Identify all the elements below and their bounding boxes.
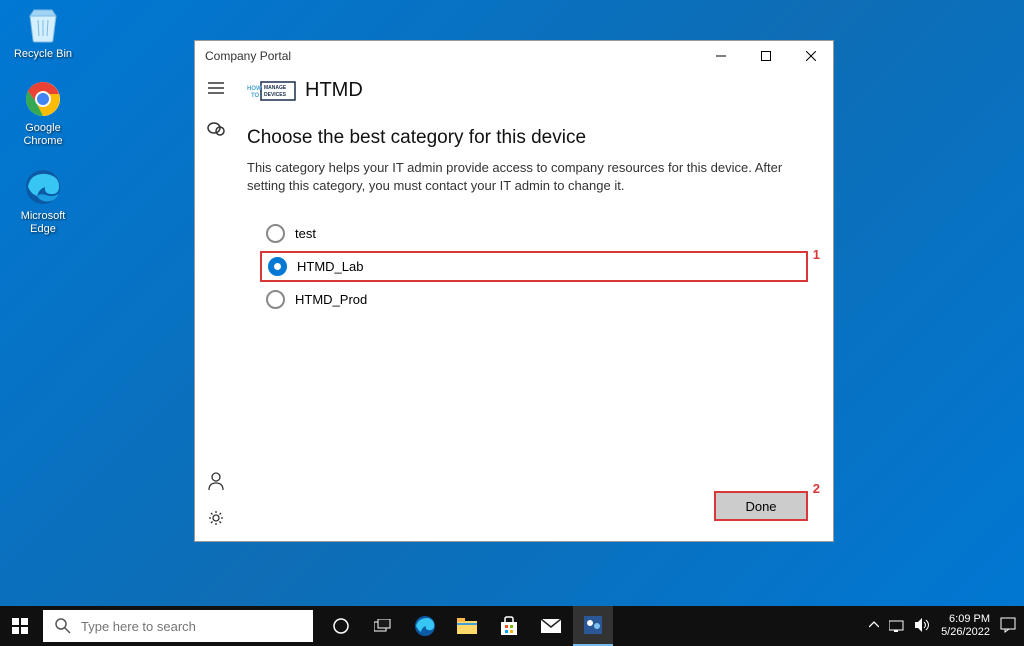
system-tray: 6:09 PM 5/26/2022 — [869, 613, 1024, 639]
radio-label: HTMD_Prod — [295, 292, 367, 307]
hamburger-icon[interactable] — [208, 81, 224, 100]
taskbar-apps — [321, 606, 613, 646]
start-button[interactable] — [0, 606, 40, 646]
tray-time: 6:09 PM — [941, 613, 990, 626]
search-input[interactable] — [81, 619, 301, 634]
radio-label: test — [295, 226, 316, 241]
icon-label: Recycle Bin — [14, 48, 72, 61]
taskbar-edge[interactable] — [405, 606, 445, 646]
svg-text:MANAGE: MANAGE — [264, 85, 287, 91]
chrome-icon — [23, 79, 63, 119]
taskbar-cortana[interactable] — [321, 606, 361, 646]
taskbar-company-portal[interactable] — [573, 606, 613, 646]
tray-chevron-icon[interactable] — [869, 620, 879, 632]
desktop-icon-edge[interactable]: Microsoft Edge — [8, 167, 78, 236]
radio-icon — [268, 257, 287, 276]
tray-notifications-icon[interactable] — [1000, 617, 1016, 636]
maximize-button[interactable] — [743, 41, 788, 71]
devices-icon[interactable] — [207, 120, 225, 141]
window-title: Company Portal — [205, 49, 291, 63]
search-icon — [55, 618, 71, 634]
page-description: This category helps your IT admin provid… — [247, 159, 808, 195]
tray-icons — [869, 618, 931, 635]
annotation-1: 1 — [813, 247, 820, 262]
app-name: HTMD — [305, 79, 363, 102]
taskbar: 6:09 PM 5/26/2022 — [0, 606, 1024, 646]
recycle-bin-icon — [23, 5, 63, 45]
tray-clock[interactable]: 6:09 PM 5/26/2022 — [941, 613, 990, 639]
tray-date: 5/26/2022 — [941, 626, 990, 639]
annotation-2: 2 — [813, 481, 820, 496]
category-radio-group: test HTMD_Lab 1 HTMD_Prod — [247, 220, 808, 313]
icon-label: Microsoft Edge — [8, 210, 78, 236]
gear-icon[interactable] — [208, 510, 224, 531]
button-row: 2 Done — [247, 491, 808, 521]
radio-option-htmd-lab[interactable]: HTMD_Lab 1 — [260, 251, 808, 282]
window-body: MANAGEDEVICESHOWTO HTMD Choose the best … — [195, 71, 833, 541]
app-header: MANAGEDEVICESHOWTO HTMD — [247, 79, 808, 102]
svg-text:TO: TO — [251, 93, 260, 99]
radio-icon — [266, 224, 285, 243]
svg-text:DEVICES: DEVICES — [264, 92, 287, 98]
titlebar[interactable]: Company Portal — [195, 41, 833, 71]
desktop-icons: Recycle Bin Google Chrome Microsoft Edge — [8, 5, 78, 236]
page-title: Choose the best category for this device — [247, 127, 808, 149]
taskbar-explorer[interactable] — [447, 606, 487, 646]
minimize-button[interactable] — [698, 41, 743, 71]
company-portal-window: Company Portal MANAGEDEVICESHOWTO HTMD — [194, 40, 834, 542]
radio-option-test[interactable]: test — [260, 220, 808, 247]
icon-label: Google Chrome — [8, 122, 78, 148]
svg-text:HOW: HOW — [247, 86, 262, 92]
tray-network-icon[interactable] — [889, 618, 905, 635]
taskbar-taskview[interactable] — [363, 606, 403, 646]
desktop-icon-chrome[interactable]: Google Chrome — [8, 79, 78, 148]
tray-volume-icon[interactable] — [915, 618, 931, 635]
taskbar-store[interactable] — [489, 606, 529, 646]
content-area: MANAGEDEVICESHOWTO HTMD Choose the best … — [237, 71, 833, 541]
radio-icon — [266, 290, 285, 309]
done-button[interactable]: Done — [714, 491, 808, 521]
taskbar-mail[interactable] — [531, 606, 571, 646]
search-box[interactable] — [43, 610, 313, 642]
radio-label: HTMD_Lab — [297, 259, 363, 274]
window-controls — [698, 41, 833, 71]
radio-option-htmd-prod[interactable]: HTMD_Prod — [260, 286, 808, 313]
close-button[interactable] — [788, 41, 833, 71]
user-icon[interactable] — [208, 472, 224, 495]
edge-icon — [23, 167, 63, 207]
sidebar — [195, 71, 237, 541]
app-logo: MANAGEDEVICESHOWTO — [247, 80, 297, 102]
desktop-icon-recycle-bin[interactable]: Recycle Bin — [8, 5, 78, 61]
